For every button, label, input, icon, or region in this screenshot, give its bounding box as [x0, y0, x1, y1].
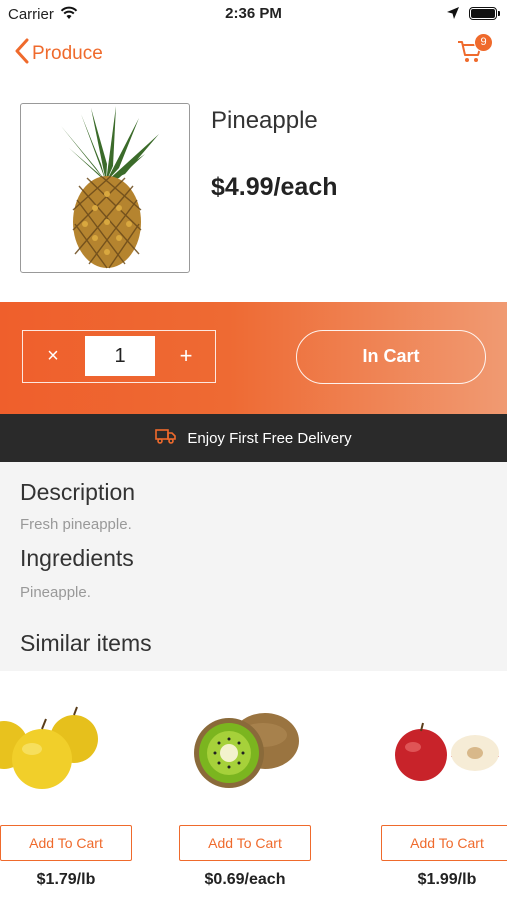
kiwi-image: [153, 703, 313, 803]
delivery-truck-icon: [155, 428, 177, 449]
description-heading: Description: [20, 479, 136, 505]
cart-controls-band: × 1 + In Cart: [0, 302, 507, 414]
item-price: $1.99/lb: [417, 871, 477, 888]
product-name: Pineapple: [211, 107, 318, 134]
increment-button[interactable]: +: [157, 331, 215, 381]
delivery-banner: Enjoy First Free Delivery: [0, 414, 507, 462]
cart-count-badge: 9: [474, 33, 493, 52]
pineapple-icon: [61, 106, 159, 269]
cart-icon: [457, 41, 483, 68]
description-text: Fresh pineapple.: [20, 516, 132, 533]
product-details: Description Fresh pineapple. Ingredients…: [0, 462, 507, 671]
remove-button[interactable]: ×: [23, 331, 83, 381]
add-to-cart-button[interactable]: Add To Cart: [179, 825, 311, 861]
status-bar: Carrier 2:36 PM: [0, 0, 507, 28]
item-price: $1.79/lb: [36, 871, 96, 888]
golden-apples-image: [0, 703, 134, 803]
add-to-cart-button[interactable]: Add To Cart: [0, 825, 132, 861]
location-icon: [446, 6, 460, 25]
nav-bar: Produce 9: [0, 30, 507, 76]
quantity-stepper: × 1 +: [22, 330, 216, 383]
battery-icon: [469, 7, 497, 20]
back-button[interactable]: Produce: [14, 38, 103, 69]
quantity-field[interactable]: 1: [85, 336, 155, 376]
item-price: $0.69/each: [204, 871, 286, 888]
similar-items-carousel[interactable]: Add To Cart $1.79/lb Add To Cart $0.69/e…: [0, 671, 507, 900]
product-price: $4.99/each: [211, 173, 338, 201]
clock: 2:36 PM: [225, 5, 282, 22]
product-image: [20, 103, 190, 273]
chevron-left-icon: [14, 38, 30, 69]
red-apples-image: [355, 703, 507, 803]
ingredients-text: Pineapple.: [20, 584, 91, 601]
add-to-cart-button[interactable]: Add To Cart: [381, 825, 507, 861]
in-cart-button[interactable]: In Cart: [296, 330, 486, 384]
back-label: Produce: [32, 42, 103, 64]
battery-tip: [498, 11, 500, 16]
ingredients-heading: Ingredients: [20, 545, 134, 571]
delivery-text: Enjoy First Free Delivery: [187, 429, 352, 447]
similar-items-heading: Similar items: [20, 630, 152, 656]
